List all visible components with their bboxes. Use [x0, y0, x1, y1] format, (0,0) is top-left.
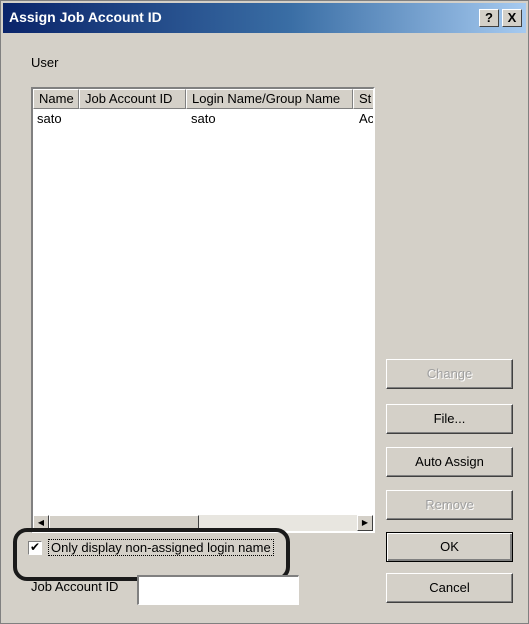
close-button[interactable]: X — [502, 9, 522, 27]
non-assigned-checkbox[interactable]: ✔ — [28, 541, 42, 555]
help-button[interactable]: ? — [479, 9, 499, 27]
job-account-id-input[interactable] — [137, 575, 299, 605]
change-button[interactable]: Change — [386, 359, 513, 389]
list-header: Name Job Account ID Login Name/Group Nam… — [33, 89, 373, 109]
assign-job-account-id-dialog: Assign Job Account ID ? X User Name Job … — [0, 0, 529, 624]
remove-button[interactable]: Remove — [386, 490, 513, 520]
file-button[interactable]: File... — [386, 404, 513, 434]
column-header-job-account-id[interactable]: Job Account ID — [79, 89, 186, 109]
column-header-login-name[interactable]: Login Name/Group Name — [186, 89, 353, 109]
scroll-right-icon[interactable]: ▶ — [357, 515, 373, 531]
table-row[interactable]: sato sato Ac — [33, 110, 375, 128]
row-status: Ac — [359, 111, 375, 126]
auto-assign-button[interactable]: Auto Assign — [386, 447, 513, 477]
user-label: User — [31, 55, 59, 70]
title-bar[interactable]: Assign Job Account ID ? X — [3, 3, 526, 33]
window-title: Assign Job Account ID — [9, 9, 162, 25]
non-assigned-checkbox-label[interactable]: Only display non-assigned login name — [48, 539, 274, 556]
row-login-name: sato — [191, 111, 216, 126]
user-list[interactable]: Name Job Account ID Login Name/Group Nam… — [31, 87, 375, 533]
ok-button[interactable]: OK — [386, 532, 513, 562]
row-name: sato — [37, 111, 62, 126]
job-account-id-label: Job Account ID — [31, 579, 119, 594]
column-header-status[interactable]: St — [353, 89, 373, 109]
column-header-name[interactable]: Name — [33, 89, 79, 109]
cancel-button[interactable]: Cancel — [386, 573, 513, 603]
